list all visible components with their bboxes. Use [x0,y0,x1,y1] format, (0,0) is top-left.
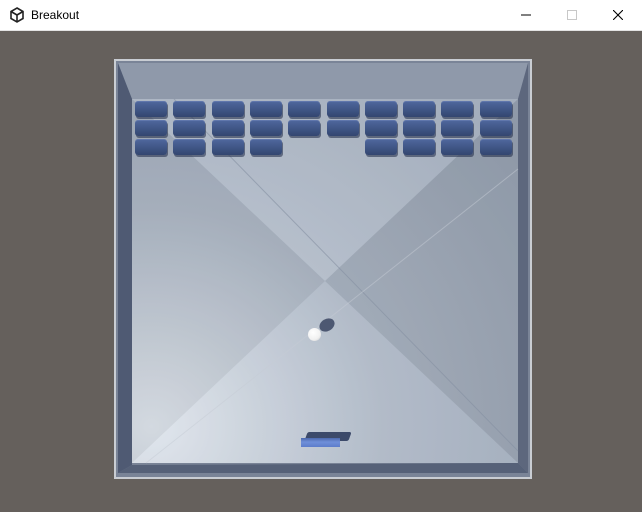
brick [288,120,320,136]
brick [250,101,282,117]
brick [135,101,167,117]
brick [365,139,397,155]
brick [441,101,473,117]
brick [135,120,167,136]
brick [212,139,244,155]
paddle[interactable] [301,438,340,447]
brick [480,101,512,117]
minimize-button[interactable] [503,0,549,30]
close-icon [613,10,623,20]
game-board [114,59,532,479]
brick [135,139,167,155]
minimize-icon [521,14,531,16]
brick [250,120,282,136]
maximize-button[interactable] [549,0,595,30]
brick [173,139,205,155]
brick [365,101,397,117]
brick [250,139,282,155]
brick [441,120,473,136]
title-bar[interactable]: Breakout [0,0,642,31]
brick [212,120,244,136]
brick [327,120,359,136]
brick [365,120,397,136]
close-button[interactable] [595,0,641,30]
ball [308,328,321,341]
brick [480,120,512,136]
brick [441,139,473,155]
brick [173,101,205,117]
brick [403,101,435,117]
brick [327,101,359,117]
brick [403,139,435,155]
brick [480,139,512,155]
window-title: Breakout [31,8,80,22]
brick [288,101,320,117]
maximize-icon [567,10,577,20]
brick [173,120,205,136]
game-viewport[interactable] [0,31,642,512]
brick [212,101,244,117]
unity-logo-icon [9,7,25,23]
brick [403,120,435,136]
